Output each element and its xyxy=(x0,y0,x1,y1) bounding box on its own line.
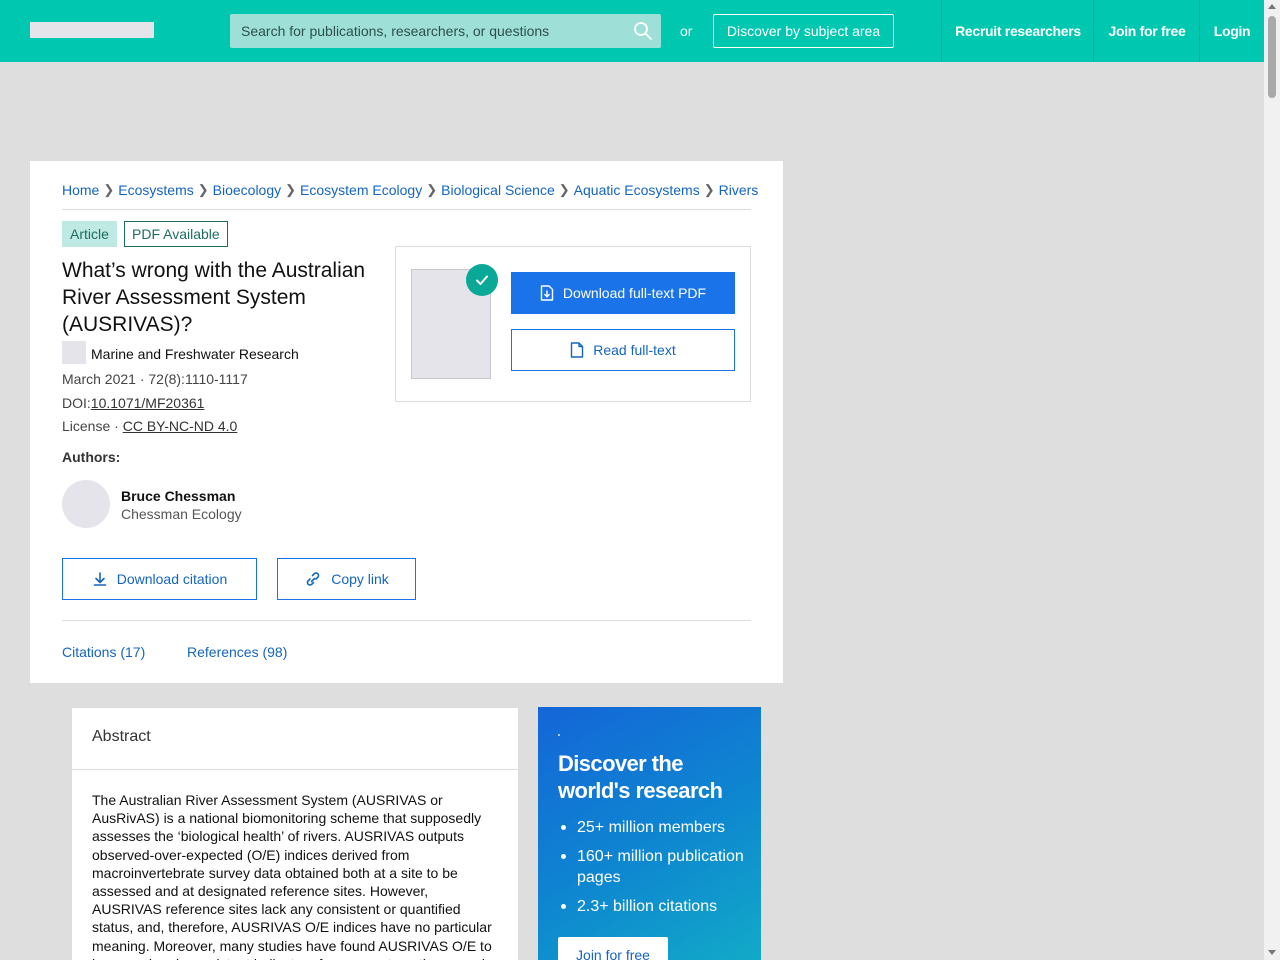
journal-link[interactable]: Marine and Freshwater Research xyxy=(91,346,299,362)
search-icon[interactable] xyxy=(633,21,653,41)
promo-join-button[interactable]: Join for free xyxy=(558,937,668,960)
abstract-panel: Abstract The Australian River Assessment… xyxy=(71,707,519,960)
promo-stats-list: 25+ million members 160+ million publica… xyxy=(558,817,748,925)
scroll-up-arrow-icon[interactable] xyxy=(1268,4,1276,9)
license-line: License · CC BY-NC-ND 4.0 xyxy=(62,418,237,434)
site-logo[interactable] xyxy=(30,22,154,38)
nav-login[interactable]: Login xyxy=(1199,0,1264,62)
breadcrumb-home[interactable]: Home xyxy=(62,182,99,198)
chevron-right-icon: ❯ xyxy=(285,182,297,197)
scrollbar-thumb[interactable] xyxy=(1268,16,1276,98)
abstract-text: The Australian River Assessment System (… xyxy=(92,792,492,960)
nav-recruit-researchers[interactable]: Recruit researchers xyxy=(941,0,1094,62)
promo-title: Discover the world's research xyxy=(558,751,723,803)
copy-link-button[interactable]: Copy link xyxy=(277,558,416,600)
chevron-right-icon: ❯ xyxy=(703,182,715,197)
breadcrumb-rivers[interactable]: Rivers xyxy=(719,182,759,198)
breadcrumb-ecosystem-ecology[interactable]: Ecosystem Ecology xyxy=(300,182,422,198)
scroll-down-arrow-icon[interactable] xyxy=(1268,950,1276,955)
document-icon xyxy=(571,342,584,358)
author-name[interactable]: Bruce Chessman xyxy=(121,488,235,504)
publication-date: March 2021 · 72(8):1110-1117 xyxy=(62,371,248,387)
page-title: What’s wrong with the Australian River A… xyxy=(62,259,366,336)
breadcrumb-ecosystems[interactable]: Ecosystems xyxy=(118,182,193,198)
license-link[interactable]: CC BY-NC-ND 4.0 xyxy=(123,418,238,434)
breadcrumb-biological-science[interactable]: Biological Science xyxy=(441,182,555,198)
discover-by-subject-button[interactable]: Discover by subject area xyxy=(713,14,894,48)
checkmark-icon xyxy=(466,264,498,296)
read-fulltext-button[interactable]: Read full-text xyxy=(511,329,735,371)
author-affiliation: Chessman Ecology xyxy=(121,506,242,522)
doi-link[interactable]: 10.1071/MF20361 xyxy=(91,395,205,411)
promo-decoration xyxy=(558,734,560,736)
license-label: License · xyxy=(62,418,123,434)
or-separator: or xyxy=(680,23,693,39)
download-fulltext-pdf-label: Download full-text PDF xyxy=(562,285,707,301)
nav-join-for-free[interactable]: Join for free xyxy=(1093,0,1200,62)
search-box[interactable] xyxy=(230,14,661,48)
fulltext-panel: Download full-text PDF Read full-text xyxy=(395,246,751,402)
avatar[interactable] xyxy=(62,480,110,528)
publication-card: Home ❯ Ecosystems ❯ Bioecology ❯ Ecosyst… xyxy=(30,161,783,683)
doi-label: DOI: xyxy=(62,395,91,411)
chevron-right-icon: ❯ xyxy=(426,182,438,197)
breadcrumb-bioecology[interactable]: Bioecology xyxy=(213,182,282,198)
journal-logo xyxy=(62,341,86,364)
chevron-right-icon: ❯ xyxy=(558,182,570,197)
link-icon xyxy=(306,572,320,586)
article-type-badge: Article xyxy=(62,221,117,247)
breadcrumb: Home ❯ Ecosystems ❯ Bioecology ❯ Ecosyst… xyxy=(62,182,758,198)
abstract-heading: Abstract xyxy=(72,708,518,770)
doi-line: DOI:10.1071/MF20361 xyxy=(62,395,204,411)
download-fulltext-pdf-button[interactable]: Download full-text PDF xyxy=(511,272,735,314)
list-item: 25+ million members xyxy=(558,817,748,838)
pdf-available-badge: PDF Available xyxy=(124,221,228,247)
download-icon xyxy=(93,572,107,586)
read-fulltext-label: Read full-text xyxy=(593,342,676,358)
page-scrollbar[interactable] xyxy=(1264,0,1280,960)
tab-references[interactable]: References (98) xyxy=(187,644,287,660)
discover-research-promo: Discover the world's research 25+ millio… xyxy=(538,707,761,960)
copy-link-label: Copy link xyxy=(331,571,389,587)
download-citation-label: Download citation xyxy=(116,571,228,587)
search-input[interactable] xyxy=(230,14,620,48)
download-citation-button[interactable]: Download citation xyxy=(62,558,257,600)
breadcrumb-aquatic-ecosystems[interactable]: Aquatic Ecosystems xyxy=(574,182,700,198)
authors-heading: Authors: xyxy=(62,449,121,465)
list-item: 160+ million publication pages xyxy=(558,846,748,888)
pdf-download-icon xyxy=(540,285,554,301)
divider xyxy=(62,620,751,621)
top-navigation-bar: or Discover by subject area Recruit rese… xyxy=(0,0,1264,62)
divider xyxy=(62,209,751,210)
chevron-right-icon: ❯ xyxy=(103,182,115,197)
chevron-right-icon: ❯ xyxy=(197,182,209,197)
tab-citations[interactable]: Citations (17) xyxy=(62,644,145,660)
list-item: 2.3+ billion citations xyxy=(558,896,748,917)
